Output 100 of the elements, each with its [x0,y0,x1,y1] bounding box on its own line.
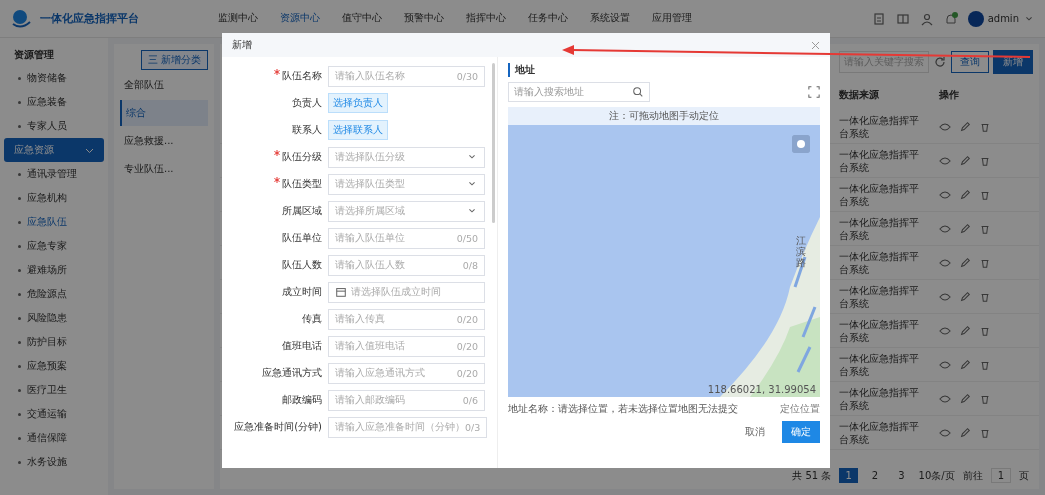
fullscreen-icon[interactable] [808,86,820,98]
bell-with-badge-icon[interactable] [943,11,958,26]
sidebar-item[interactable]: 风险隐患 [27,311,67,325]
edit-icon[interactable] [959,120,971,133]
sidebar-item[interactable]: 交通运输 [27,407,67,421]
bullet-icon [18,244,21,248]
add-button[interactable]: 新增 [993,50,1033,74]
locate-button[interactable]: 定位位置 [780,402,820,416]
required-icon [274,150,280,156]
view-icon[interactable] [939,324,951,337]
bullet-icon [18,220,21,224]
bullet-icon [18,364,21,368]
table-cell-text: 一体化应急指挥平台系统 [839,385,920,412]
category-item[interactable]: 专业队伍... [120,156,208,182]
query-button[interactable]: 查询 [951,51,989,73]
view-icon[interactable] [939,392,951,405]
edit-icon[interactable] [959,392,971,405]
document-icon[interactable] [871,11,886,26]
edit-icon[interactable] [959,222,971,235]
sidebar-item[interactable]: 避难场所 [27,263,67,277]
sidebar-item[interactable]: 通信保障 [27,431,67,445]
sidebar-item[interactable]: 应急专家 [27,239,67,253]
page-button[interactable]: 1 [839,468,858,483]
sidebar-item[interactable]: 应急队伍 [27,215,67,229]
refresh-icon[interactable] [933,55,947,69]
form-label: 值班电话 [281,339,322,353]
select-person-button[interactable]: 选择负责人 [328,93,388,113]
table-cell-text: 一体化应急指挥平台系统 [839,283,920,310]
bullet-icon [18,268,21,272]
form-label: 所属区域 [281,204,322,218]
table-cell-text: 一体化应急指挥平台系统 [839,249,920,276]
edit-icon[interactable] [959,324,971,337]
edit-icon[interactable] [959,154,971,167]
select-person-button[interactable]: 选择联系人 [328,120,388,140]
required-icon [274,69,280,75]
view-icon[interactable] [939,188,951,201]
edit-icon[interactable] [959,426,971,439]
form-label: 成立时间 [281,285,322,299]
sidebar-item[interactable]: 防护目标 [27,335,67,349]
goto-suffix: 页 [1019,468,1029,483]
view-icon[interactable] [939,358,951,371]
avatar[interactable] [967,10,984,27]
bullet-icon [18,340,21,344]
form-label: 邮政编码 [281,393,322,407]
map-hint: 注：可拖动地图手动定位 [508,107,820,125]
sidebar-item[interactable]: 水务设施 [27,455,67,469]
sidebar-group[interactable]: 应急资源 [4,138,104,162]
view-icon[interactable] [939,120,951,133]
edit-icon[interactable] [959,290,971,303]
form-label: 应急准备时间(分钟) [233,420,322,434]
view-icon[interactable] [939,256,951,269]
page-button[interactable]: 2 [865,468,885,483]
address-search-field[interactable]: 请输入搜索地址 [508,82,650,102]
add-category-button[interactable]: 三 新增分类 [140,50,208,70]
edit-icon[interactable] [959,358,971,371]
category-item[interactable]: 全部队伍 [120,72,208,98]
goto-field[interactable]: 1 [990,468,1011,483]
sidebar-item[interactable]: 应急机构 [27,191,67,205]
cancel-button[interactable]: 取消 [736,421,774,443]
view-icon[interactable] [939,290,951,303]
road-label: 江滨路 [796,235,806,268]
modal-title: 新增 [232,38,252,52]
bullet-icon [18,100,21,104]
view-icon[interactable] [939,426,951,439]
form-label: 队伍名称 [222,69,322,83]
edit-icon[interactable] [959,256,971,269]
sidebar-item[interactable]: 物资储备 [27,71,67,85]
calendar-icon[interactable] [335,286,347,298]
sidebar-item[interactable]: 应急装备 [27,95,67,109]
goto-label: 前往 [962,468,983,483]
form-label: 传真 [301,312,322,326]
bullet-icon [18,316,21,320]
table-cell-text: 一体化应急指挥平台系统 [839,215,920,242]
sidebar-title: 资源管理 [13,48,55,62]
person-icon[interactable] [919,11,934,26]
category-item[interactable]: 综合 [120,100,208,126]
sidebar-item[interactable]: 应急预案 [27,359,67,373]
book-icon[interactable] [895,11,910,26]
view-icon[interactable] [939,154,951,167]
map[interactable]: 江滨路 118.66021, 31.99054 [508,125,820,397]
scrollbar[interactable] [492,63,495,223]
page-button[interactable]: 3 [892,468,911,483]
bullet-icon [18,292,21,296]
search-icon[interactable] [632,86,644,98]
form-label: 应急通讯方式 [261,366,322,380]
sidebar-item[interactable]: 危险源点 [27,287,67,301]
sidebar-item[interactable]: 专家人员 [27,119,67,133]
bullet-icon [18,196,21,200]
page-size-select[interactable]: 10条/页 [918,468,955,483]
app-title: 一体化应急指挥平台 [40,11,140,26]
view-icon[interactable] [939,222,951,235]
form-label: 负责人 [291,96,322,110]
category-item[interactable]: 应急救援... [120,128,208,154]
table-cell-text: 一体化应急指挥平台系统 [839,181,920,208]
close-icon[interactable] [811,40,820,50]
user-name[interactable]: admin [987,13,1019,24]
sidebar-item[interactable]: 医疗卫生 [27,383,67,397]
sidebar-item[interactable]: 通讯录管理 [27,167,77,181]
edit-icon[interactable] [959,188,971,201]
confirm-button[interactable]: 确定 [782,421,820,443]
